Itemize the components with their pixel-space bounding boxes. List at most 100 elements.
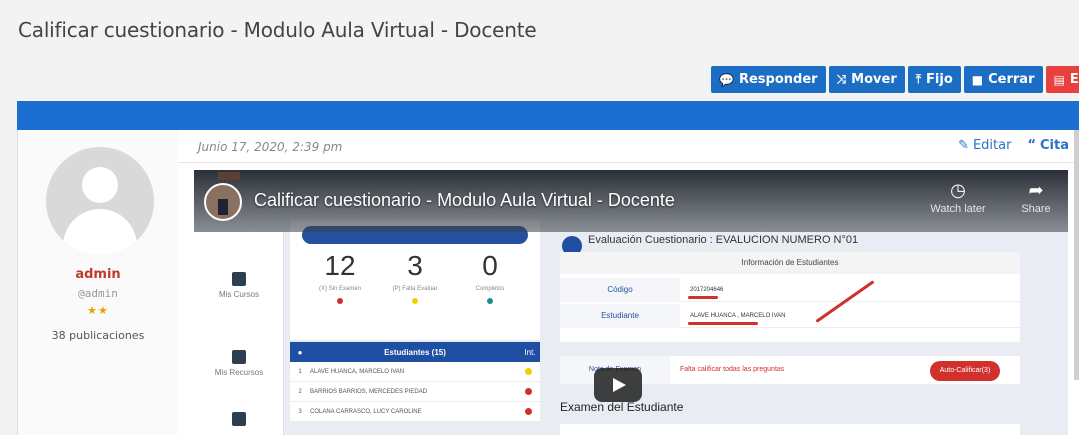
share-label: Share <box>1021 203 1051 215</box>
mover-label: Mover <box>851 72 897 87</box>
row-number: 1 <box>298 368 302 375</box>
table-row: 3 COLANA CARRASCO, LUCY CAROLINE <box>290 402 540 422</box>
stat-completos: 0 Completos <box>455 250 525 304</box>
post-date: Junio 17, 2020, 2:39 pm <box>198 140 343 154</box>
stat-sin-examen: 12 (X) Sin Examen <box>305 250 375 304</box>
shuffle-icon: ⤨ <box>836 72 847 86</box>
author-panel: admin @admin ★★ 38 publicaciones <box>18 130 178 435</box>
avatar[interactable] <box>46 147 154 255</box>
eliminar-label: Elimin <box>1069 72 1079 87</box>
share-arrow-icon: ➦ <box>1028 180 1044 200</box>
quote-link[interactable]: “ Cita <box>1027 138 1069 153</box>
video-title[interactable]: Calificar cuestionario - Modulo Aula Vir… <box>254 190 675 211</box>
avatar-body-icon <box>63 209 137 255</box>
fijo-button[interactable]: ⤒ Fijo <box>907 66 961 93</box>
mover-button[interactable]: ⤨ Mover <box>828 66 905 93</box>
eval-title: Evaluación Cuestionario : EVALUCION NUME… <box>588 234 859 246</box>
stat-label: (P) Falta Evaluar <box>392 286 438 292</box>
channel-tag <box>218 172 240 180</box>
student-info-panel: Información de Estudiantes Código 201720… <box>560 252 1020 342</box>
responder-label: Responder <box>738 72 818 87</box>
table-row: 1 ALAVE HUANCA, MARCELO IVAN <box>290 362 540 382</box>
watch-later-label: Watch later <box>930 203 986 215</box>
students-table-header: ● Estudiantes (15) Int. <box>290 342 540 362</box>
avatar-head-icon <box>82 167 118 203</box>
sidebar-item-cursos: Mis Cursos <box>194 272 284 299</box>
stat-falta-evaluar: 3 (P) Falta Evaluar <box>380 250 450 304</box>
user-icon: ● <box>297 347 303 357</box>
post-header-bar <box>17 101 1079 130</box>
examen-panel <box>560 424 1020 435</box>
play-button-icon[interactable] <box>594 368 642 402</box>
folder-icon <box>232 350 246 364</box>
quote-label: Cita <box>1040 138 1069 153</box>
sidebar-item-calendar <box>194 412 284 430</box>
pencil-icon: ✎ <box>958 138 969 153</box>
stat-value: 12 <box>324 250 356 281</box>
status-dot-icon <box>337 298 343 304</box>
author-name[interactable]: admin <box>18 267 178 282</box>
topic-toolbar: 💬 Responder ⤨ Mover ⤒ Fijo ■ Cerrar ▤ El… <box>711 66 1079 93</box>
status-dot-icon <box>525 408 532 415</box>
quote-icon: “ <box>1027 138 1037 153</box>
author-post-count: 38 publicaciones <box>51 329 145 342</box>
cerrar-label: Cerrar <box>988 72 1035 87</box>
responder-button[interactable]: 💬 Responder <box>711 66 826 93</box>
status-dot-icon <box>525 368 532 375</box>
stat-label: (X) Sin Examen <box>318 286 361 292</box>
stat-label: Completos <box>475 286 505 292</box>
stat-value: 3 <box>407 250 423 281</box>
info-header: Información de Estudiantes <box>560 252 1020 274</box>
nota-value: Falta calificar todas las preguntas <box>680 366 785 373</box>
row-number: 3 <box>298 408 302 415</box>
edit-link[interactable]: ✎ Editar <box>958 138 1011 153</box>
students-int-label: Int. <box>524 347 536 357</box>
status-dot-icon <box>487 298 493 304</box>
sidebar-item-recursos: Mis Recursos <box>194 350 284 377</box>
edit-label: Editar <box>972 138 1012 153</box>
post-divider <box>178 162 1079 163</box>
pin-icon: ⤒ <box>915 72 922 86</box>
trash-icon: ▤ <box>1053 72 1065 87</box>
annotation-underline <box>688 322 758 325</box>
speech-bubble-icon: 💬 <box>719 72 734 87</box>
student-name: ALAVE HUANCA, MARCELO IVAN <box>310 368 405 375</box>
students-header-label: Estudiantes (15) <box>384 347 446 357</box>
student-name: COLANA CARRASCO, LUCY CAROLINE <box>310 408 422 415</box>
topic-title: Calificar cuestionario - Modulo Aula Vir… <box>18 18 537 42</box>
course-icon <box>232 272 246 286</box>
embedded-video[interactable]: Mis Cursos Mis Recursos 12 (X) Sin Exame… <box>194 170 1068 435</box>
stat-value: 0 <box>482 250 498 281</box>
student-name: BARRIOS BARRIOS, MERCEDES PIEDAD <box>310 388 428 395</box>
video-stats-card: 12 (X) Sin Examen 3 (P) Falta Evaluar 0 … <box>290 220 540 340</box>
clock-icon: ◷ <box>950 180 966 200</box>
auto-calificar-button[interactable]: Auto-Calificar(3) <box>930 361 1000 381</box>
post-actions: ✎ Editar “ Cita <box>958 138 1069 153</box>
scrollbar[interactable] <box>1074 130 1079 380</box>
examen-title: Examen del Estudiante <box>560 400 684 414</box>
watch-later-button[interactable]: ◷ Watch later <box>928 180 988 215</box>
status-dot-icon <box>412 298 418 304</box>
cerrar-button[interactable]: ■ Cerrar <box>963 66 1043 93</box>
row-number: 2 <box>298 388 302 395</box>
video-title-overlay: Calificar cuestionario - Modulo Aula Vir… <box>194 170 1068 232</box>
lock-icon: ■ <box>971 72 984 87</box>
video-app-sidebar: Mis Cursos Mis Recursos <box>194 232 284 435</box>
sidebar-item-label: Mis Recursos <box>214 368 264 377</box>
calendar-icon <box>232 412 246 426</box>
codigo-row: Código 2017204646 <box>560 278 1020 302</box>
eliminar-button[interactable]: ▤ Elimin <box>1045 66 1079 93</box>
fijo-label: Fijo <box>926 72 953 87</box>
table-row: 2 BARRIOS BARRIOS, MERCEDES PIEDAD <box>290 382 540 402</box>
estudiante-label: Estudiante <box>560 304 680 328</box>
share-button[interactable]: ➦ Share <box>1006 180 1066 215</box>
forum-page: Calificar cuestionario - Modulo Aula Vir… <box>0 0 1079 435</box>
channel-avatar[interactable] <box>204 183 242 221</box>
post: admin @admin ★★ 38 publicaciones Junio 1… <box>17 130 1079 435</box>
codigo-label: Código <box>560 278 680 302</box>
rank-stars-icon: ★★ <box>87 305 109 317</box>
annotation-underline <box>688 296 718 299</box>
author-handle: @admin <box>78 287 118 300</box>
status-dot-icon <box>525 388 532 395</box>
sidebar-item-label: Mis Cursos <box>218 290 259 299</box>
